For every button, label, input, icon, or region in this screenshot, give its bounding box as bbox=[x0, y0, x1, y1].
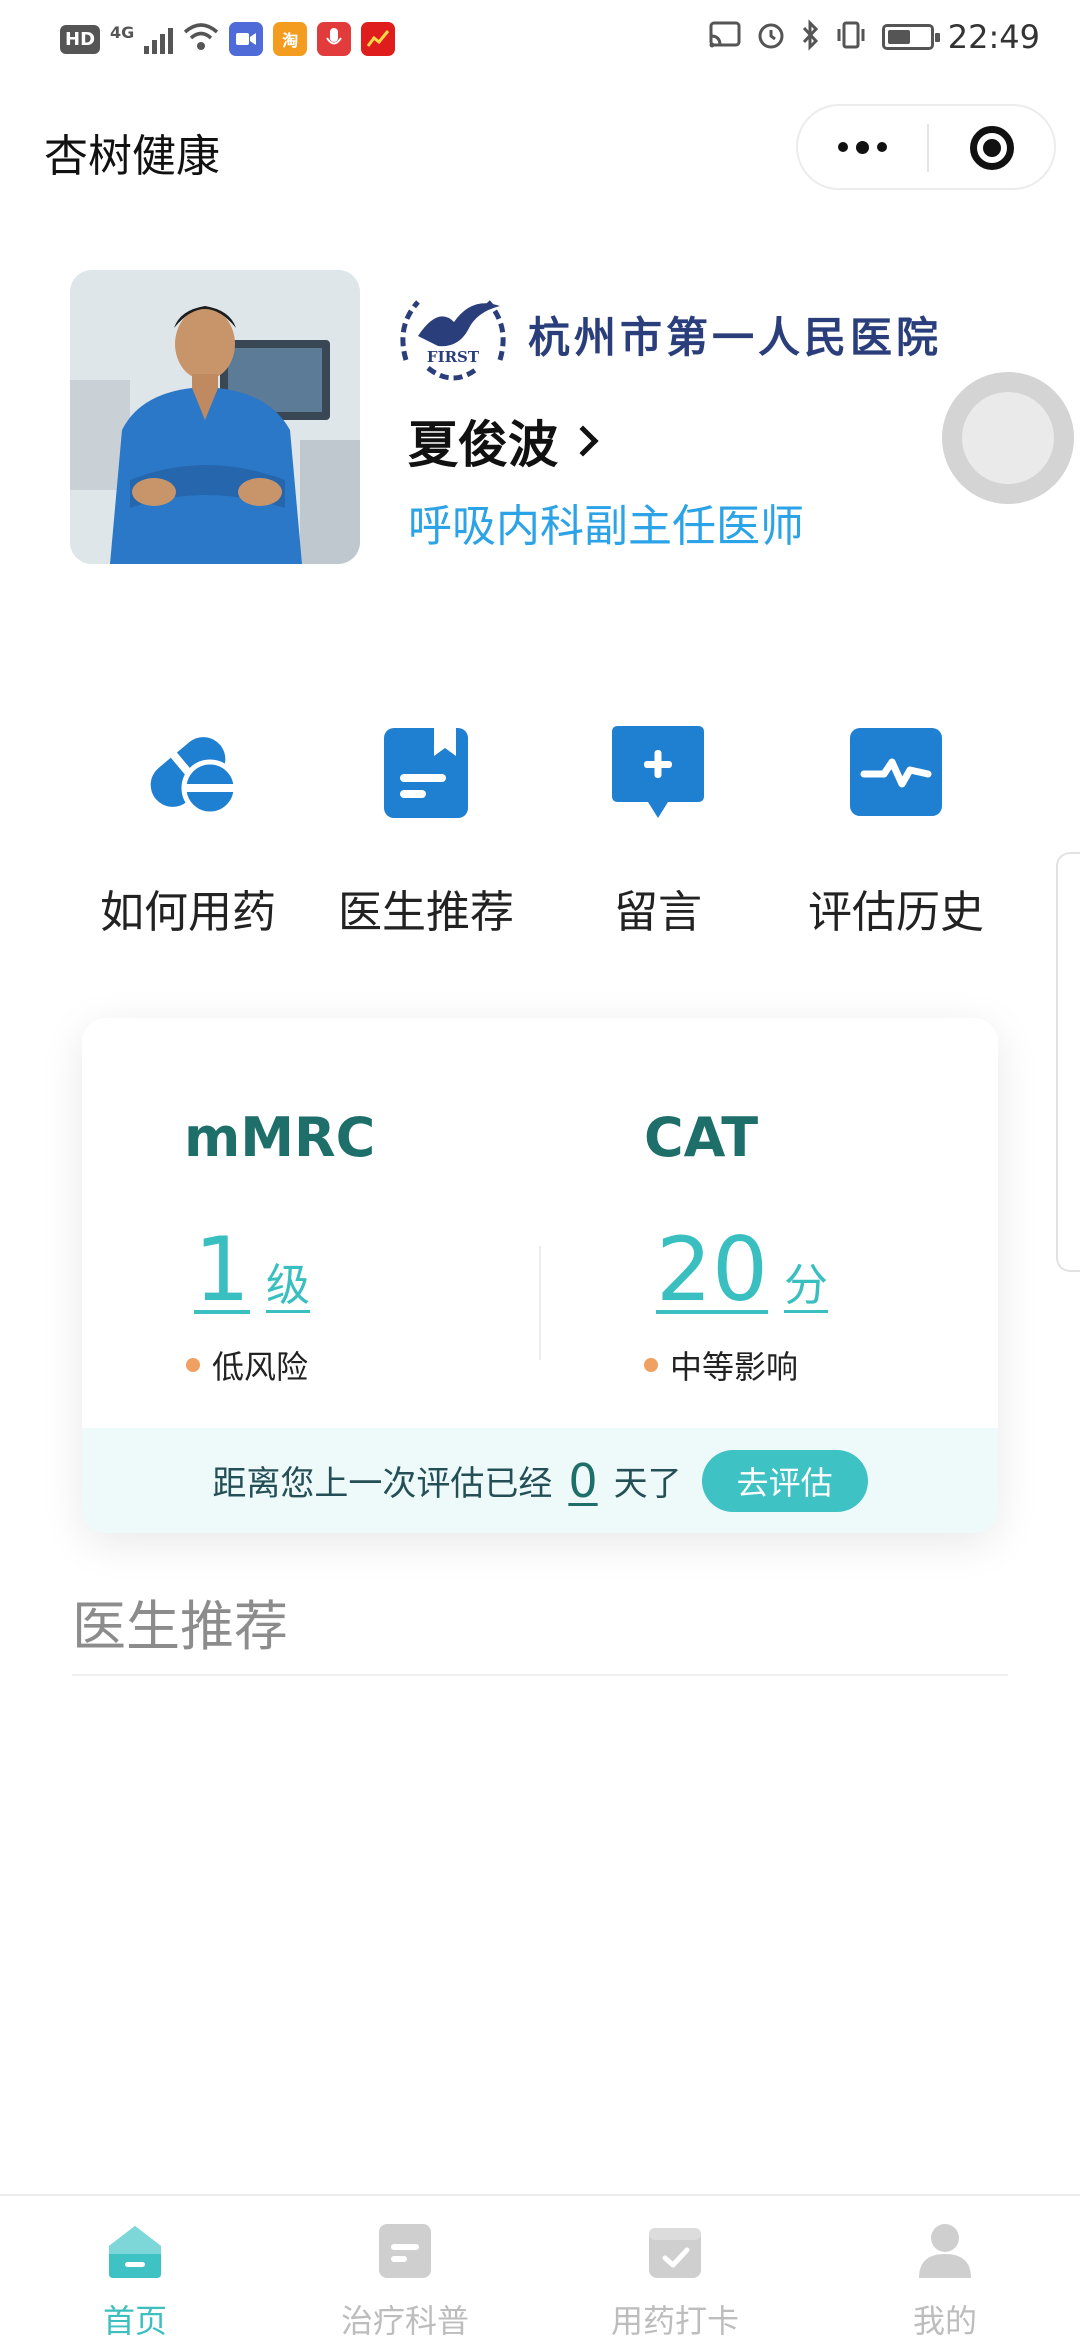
tab-label: 用药打卡 bbox=[610, 2302, 739, 2340]
status-time: 22:49 bbox=[947, 18, 1040, 56]
assessment-card: mMRC 1 级 低风险 CAT 20 分 中等影响 距离您上一次评估已经 0 … bbox=[82, 1018, 998, 1533]
action-how-to-medicate[interactable]: 如何用药 bbox=[78, 722, 298, 952]
action-doctor-recommend[interactable]: 医生推荐 bbox=[316, 722, 536, 952]
hospital-logo-text: FIRST bbox=[427, 348, 480, 366]
bookmark-doc-icon bbox=[376, 722, 476, 822]
tab-education[interactable]: 治疗科普 bbox=[270, 2196, 540, 2340]
action-label: 留言 bbox=[614, 887, 702, 938]
action-assessment-history[interactable]: 评估历史 bbox=[786, 722, 1006, 952]
capsule-divider bbox=[927, 124, 929, 172]
doctor-title: 呼吸内科副主任医师 bbox=[408, 501, 804, 552]
mmrc-risk-text: 低风险 bbox=[212, 1348, 309, 1386]
orange-dot-icon bbox=[186, 1358, 200, 1372]
action-message[interactable]: 留言 bbox=[548, 722, 768, 952]
doctor-name: 夏俊波 bbox=[408, 416, 558, 474]
tab-profile[interactable]: 我的 bbox=[810, 2196, 1080, 2340]
orange-dot-icon bbox=[644, 1358, 658, 1372]
mmrc-score[interactable]: 1 级 bbox=[194, 1218, 310, 1321]
title-bar: 杏树健康 bbox=[0, 100, 1080, 200]
hd-badge: HD bbox=[60, 24, 101, 54]
wifi-icon bbox=[183, 22, 219, 56]
menu-capsule bbox=[796, 104, 1056, 190]
stock-app-icon bbox=[361, 22, 396, 56]
vibrate-icon bbox=[834, 20, 868, 54]
pulse-icon bbox=[846, 722, 946, 822]
recommend-section-title: 医生推荐 bbox=[72, 1595, 288, 1658]
action-label: 如何用药 bbox=[100, 887, 276, 938]
home-page: HD 4G 淘 22:49 杏树健康 FIRST 杭州市第一人民医院 夏俊波 呼… bbox=[0, 0, 1080, 2340]
cat-impact-text: 中等影响 bbox=[670, 1348, 799, 1386]
floating-assistive-ball[interactable] bbox=[942, 372, 1074, 504]
hospital-logo: FIRST bbox=[388, 276, 518, 394]
side-drawer-handle[interactable] bbox=[1056, 852, 1080, 1272]
pill-icon bbox=[138, 722, 239, 822]
bottom-tab-bar: 首页 治疗科普 用药打卡 我的 bbox=[0, 2194, 1080, 2340]
tab-label: 首页 bbox=[102, 2302, 167, 2340]
action-label: 评估历史 bbox=[808, 887, 984, 938]
cast-icon bbox=[708, 20, 742, 54]
message-plus-icon bbox=[608, 722, 708, 822]
mmrc-risk: 低风险 bbox=[186, 1342, 308, 1388]
cat-score[interactable]: 20 分 bbox=[656, 1218, 828, 1321]
status-left: HD 4G 淘 bbox=[60, 22, 396, 56]
days-since-assessment: 0 bbox=[568, 1453, 598, 1508]
mmrc-title: mMRC bbox=[184, 1106, 376, 1169]
signal-icon bbox=[144, 24, 174, 54]
doctor-name-link[interactable]: 夏俊波 bbox=[408, 405, 599, 477]
cat-value: 20 bbox=[656, 1218, 768, 1321]
bluetooth-icon bbox=[800, 19, 820, 55]
app-title: 杏树健康 bbox=[44, 131, 220, 182]
cat-impact: 中等影响 bbox=[644, 1342, 798, 1388]
video-app-icon bbox=[229, 22, 264, 56]
doctor-photo[interactable] bbox=[70, 270, 360, 564]
chevron-right-icon bbox=[567, 425, 599, 457]
mmrc-unit: 级 bbox=[266, 1260, 310, 1311]
tab-label: 治疗科普 bbox=[340, 2302, 469, 2340]
status-bar: HD 4G 淘 22:49 bbox=[0, 0, 1080, 82]
recorder-app-icon bbox=[317, 22, 352, 56]
alarm-icon bbox=[756, 20, 786, 54]
mmrc-value: 1 bbox=[194, 1218, 250, 1321]
action-label: 医生推荐 bbox=[338, 887, 514, 938]
checkin-icon bbox=[643, 2218, 707, 2282]
tab-label: 我的 bbox=[912, 2302, 977, 2340]
cat-unit: 分 bbox=[783, 1260, 828, 1311]
metric-divider bbox=[539, 1246, 541, 1360]
home-icon bbox=[103, 2218, 167, 2282]
last-assessment-suffix: 天了 bbox=[613, 1464, 682, 1504]
hospital-name: 杭州市第一人民医院 bbox=[528, 313, 943, 362]
battery-icon bbox=[881, 24, 940, 50]
network-label: 4G bbox=[110, 22, 135, 42]
tab-checkin[interactable]: 用药打卡 bbox=[540, 2196, 810, 2340]
article-icon bbox=[373, 2218, 437, 2282]
tab-home[interactable]: 首页 bbox=[0, 2196, 270, 2340]
section-divider bbox=[72, 1674, 1008, 1676]
last-assessment-prefix: 距离您上一次评估已经 bbox=[212, 1464, 553, 1504]
go-assess-button[interactable]: 去评估 bbox=[701, 1449, 868, 1512]
last-assessment-bar: 距离您上一次评估已经 0 天了 去评估 bbox=[82, 1428, 998, 1533]
taobao-app-icon: 淘 bbox=[273, 22, 308, 56]
cat-title: CAT bbox=[644, 1106, 759, 1169]
user-icon bbox=[913, 2218, 977, 2282]
more-dots-icon[interactable] bbox=[798, 106, 926, 188]
status-right: 22:49 bbox=[708, 18, 1040, 56]
target-close-icon[interactable] bbox=[970, 126, 1014, 170]
